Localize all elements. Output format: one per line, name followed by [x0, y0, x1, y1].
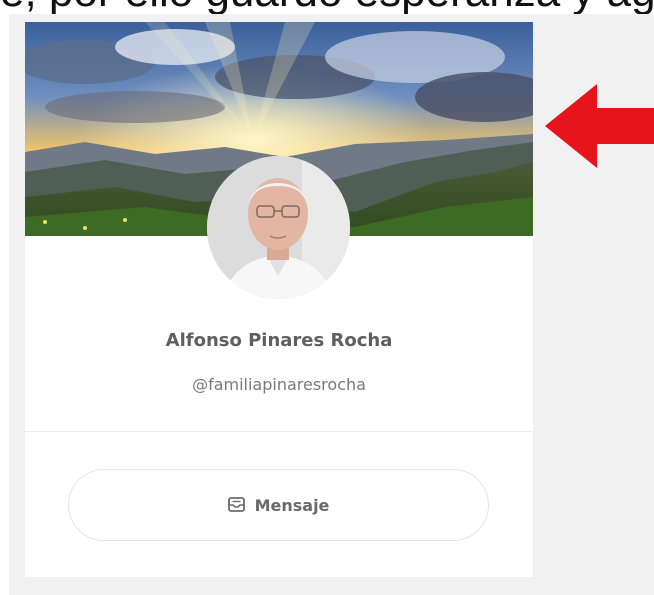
avatar-photo [207, 156, 350, 299]
divider [25, 431, 533, 432]
avatar[interactable] [207, 156, 350, 299]
profile-name: Alfonso Pinares Rocha [165, 330, 393, 351]
profile-handle: @familiapinaresrocha [192, 375, 366, 394]
message-button[interactable]: Mensaje [68, 469, 489, 541]
message-icon [227, 497, 245, 513]
message-button-label: Mensaje [254, 495, 330, 515]
red-arrow-icon [545, 84, 654, 168]
profile-card: Alfonso Pinares Rocha @familiapinaresroc… [25, 22, 533, 577]
